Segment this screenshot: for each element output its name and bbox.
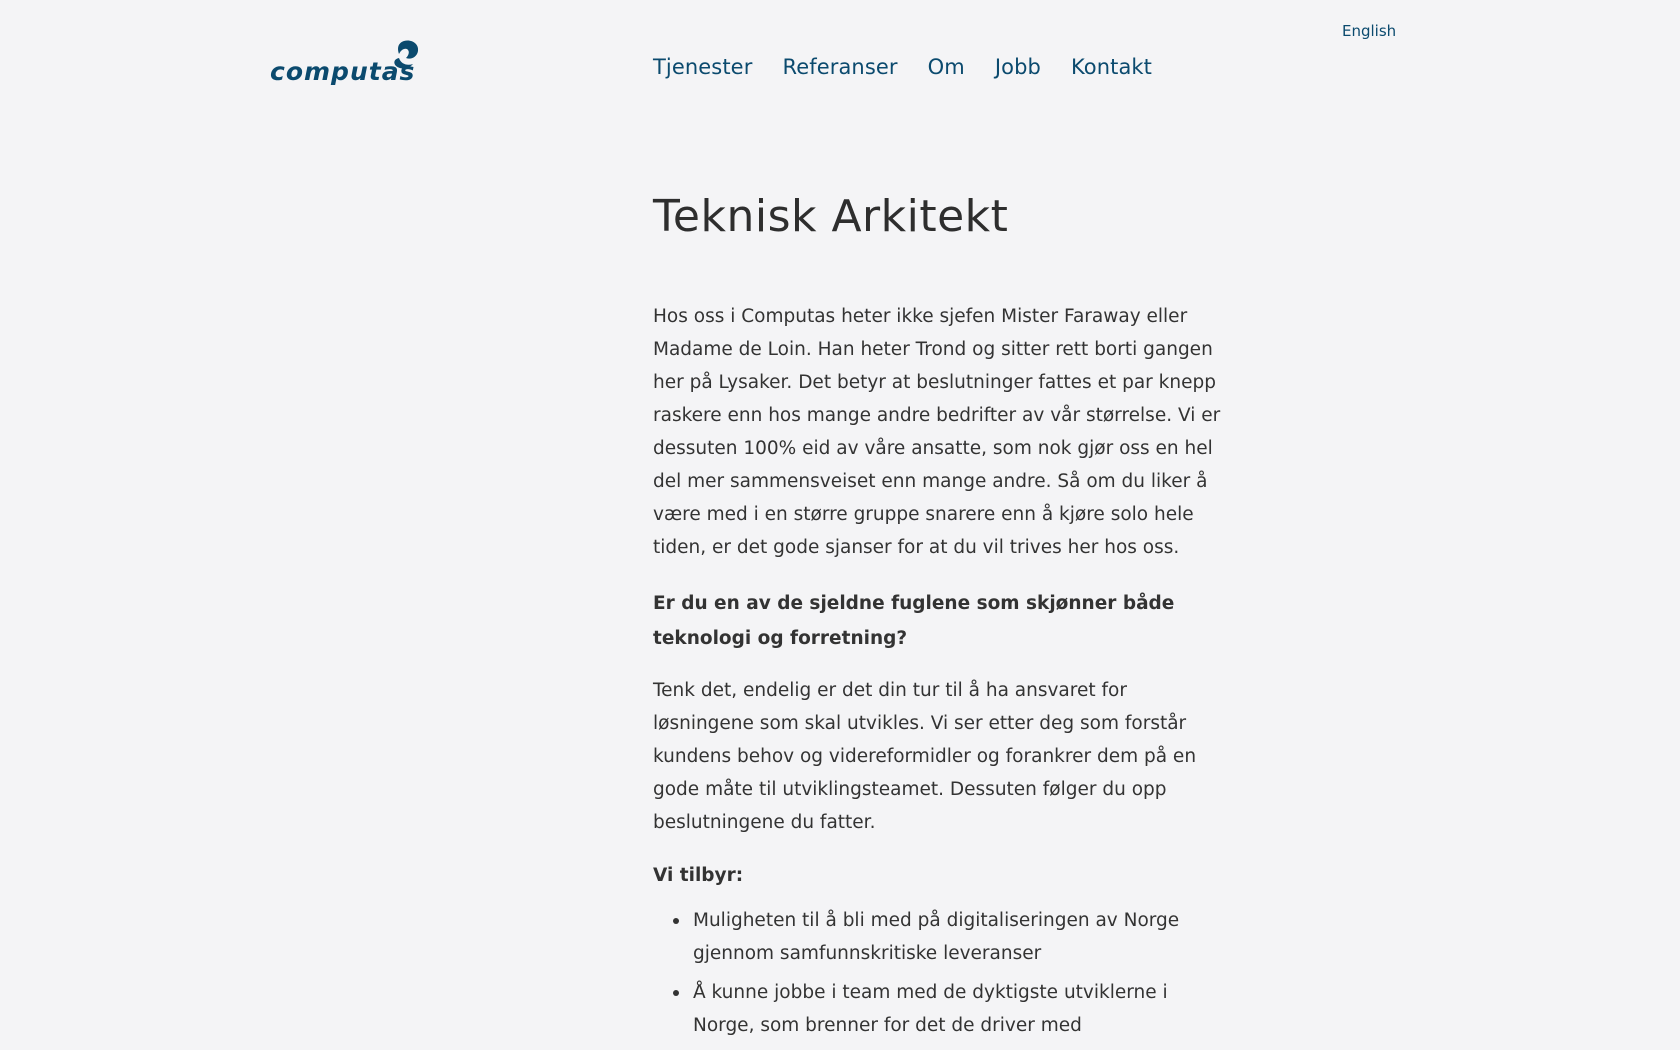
bullet-icon — [673, 990, 679, 996]
page: computas Tjenester Referanser Om Jobb Ko… — [0, 0, 1680, 1050]
offer-list: Muligheten til å bli med på digitaliseri… — [653, 904, 1213, 1042]
offer-list-item: Muligheten til å bli med på digitaliseri… — [673, 904, 1213, 970]
nav-item-tjenester[interactable]: Tjenester — [653, 52, 752, 82]
bullet-icon — [673, 918, 679, 924]
language-switch-link[interactable]: English — [1342, 22, 1396, 40]
role-description-paragraph: Tenk det, endelig er det din tur til å h… — [653, 680, 1197, 833]
offer-list-item: Å kunne jobbe i team med de dyktigste ut… — [673, 976, 1213, 1042]
section-subheading: Er du en av de sjeldne fuglene som skjøn… — [653, 593, 1175, 649]
offer-item-text: Å kunne jobbe i team med de dyktigste ut… — [693, 982, 1168, 1036]
computas-logo[interactable]: computas — [268, 38, 420, 88]
intro-paragraph: Hos oss i Computas heter ikke sjefen Mis… — [653, 306, 1221, 558]
nav-item-jobb[interactable]: Jobb — [995, 52, 1041, 82]
logo-wordmark: computas — [270, 57, 415, 86]
nav-item-referanser[interactable]: Referanser — [782, 52, 897, 82]
nav-item-om[interactable]: Om — [928, 52, 965, 82]
main-navigation: Tjenester Referanser Om Jobb Kontakt — [653, 52, 1152, 82]
offer-heading: Vi tilbyr: — [653, 865, 744, 886]
job-article: Teknisk Arkitekt Hos oss i Computas hete… — [653, 188, 1220, 1048]
logo-swoosh-upper — [398, 40, 419, 59]
page-title: Teknisk Arkitekt — [653, 191, 1009, 242]
nav-item-kontakt[interactable]: Kontakt — [1071, 52, 1152, 82]
computas-logo-icon: computas — [270, 40, 419, 86]
offer-item-text: Muligheten til å bli med på digitaliseri… — [693, 910, 1180, 964]
